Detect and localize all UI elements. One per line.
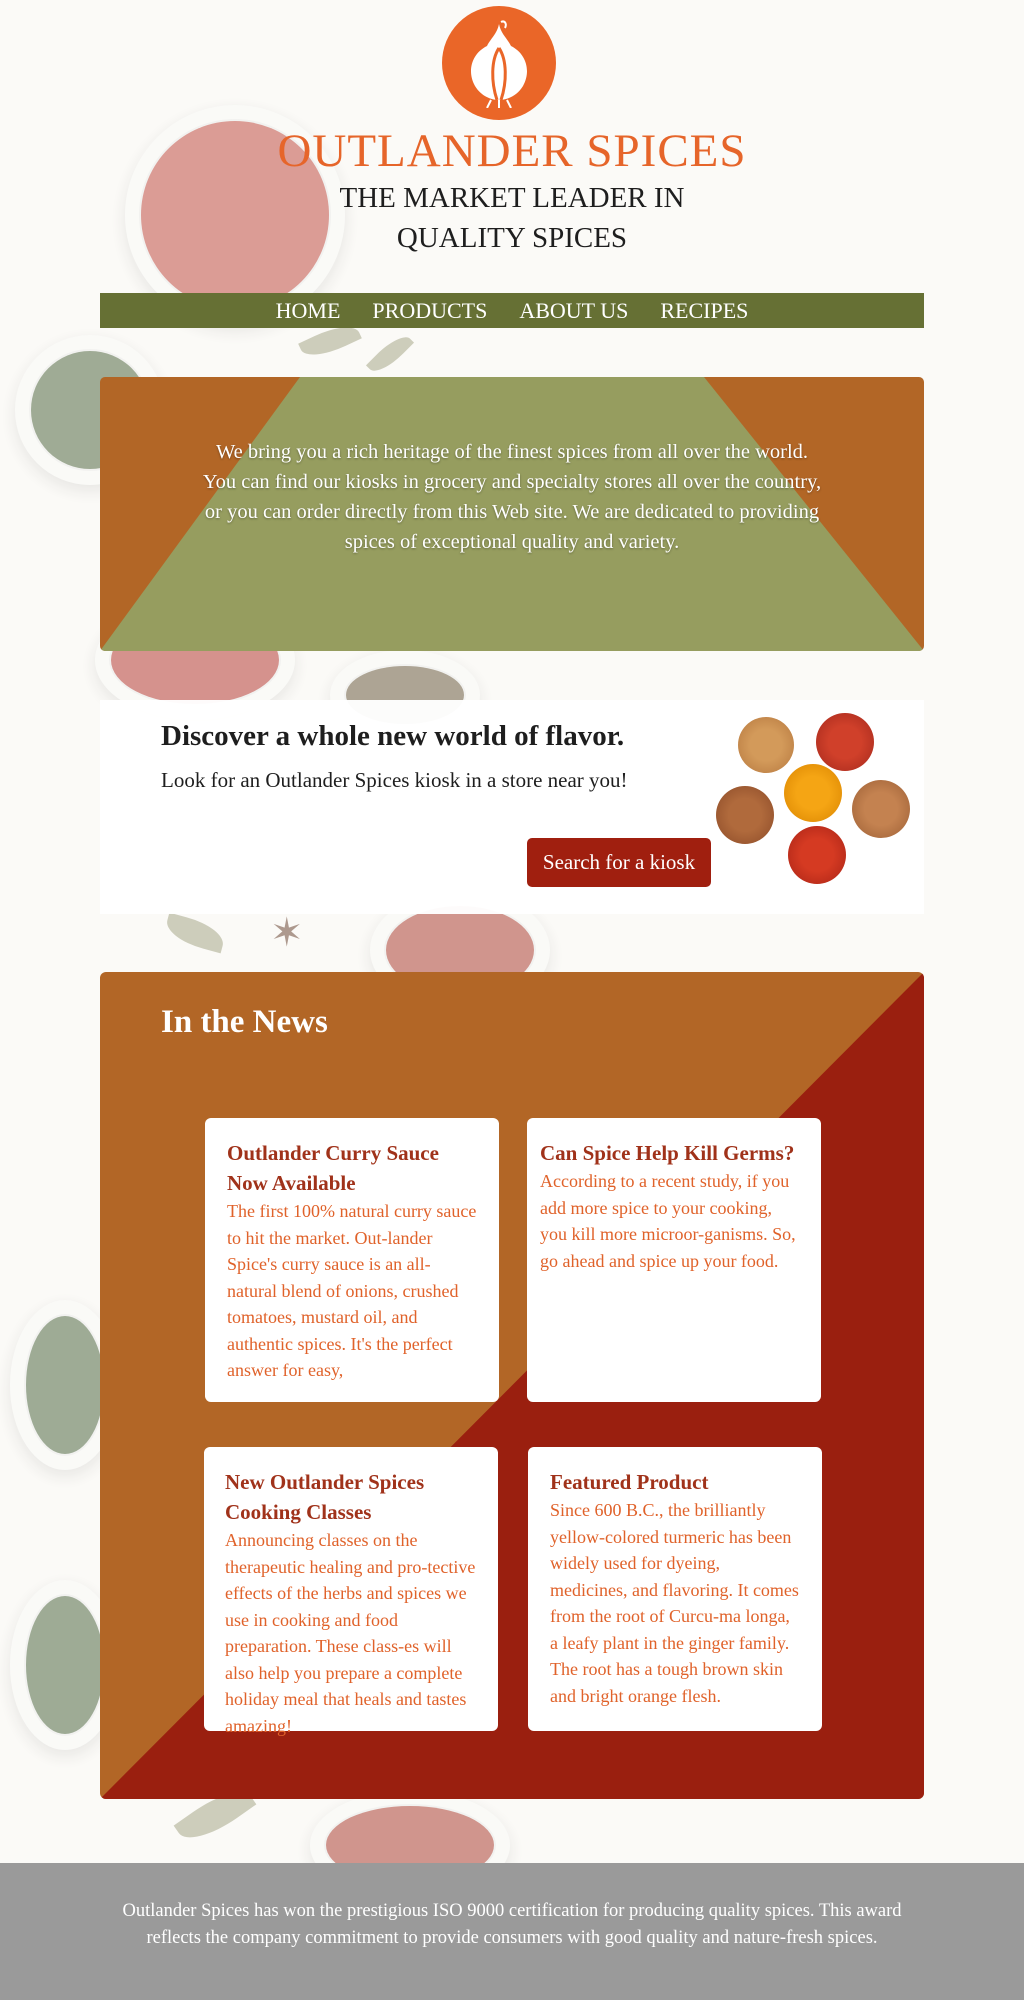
news-card[interactable]: Can Spice Help Kill Germs? According to …	[527, 1118, 821, 1402]
main-nav: HOME PRODUCTS ABOUT US RECIPES	[100, 293, 924, 328]
news-card-title: Featured Product	[550, 1470, 709, 1494]
news-card[interactable]: Featured Product Since 600 B.C., the bri…	[528, 1447, 822, 1731]
news-card-title: Can Spice Help Kill Germs?	[540, 1141, 795, 1165]
news-card-title: Outlander Curry Sauce Now Available	[227, 1141, 439, 1195]
nav-item-recipes[interactable]: RECIPES	[660, 298, 748, 324]
site-header: OUTLANDER SPICES THE MARKET LEADER IN QU…	[0, 0, 1024, 290]
site-footer: Outlander Spices has won the prestigious…	[0, 1863, 1024, 2000]
brand-name: OUTLANDER SPICES	[277, 125, 747, 177]
nav-item-home[interactable]: HOME	[276, 298, 341, 324]
footer-text: Outlander Spices has won the prestigious…	[122, 1901, 902, 1948]
news-card-body: Since 600 B.C., the brilliantly yellow-c…	[550, 1500, 799, 1706]
news-card-body: According to a recent study, if you add …	[540, 1171, 796, 1271]
intro-banner: We bring you a rich heritage of the fine…	[100, 377, 924, 651]
news-section: In the News Outlander Curry Sauce Now Av…	[100, 972, 924, 1799]
logo[interactable]	[442, 6, 556, 120]
news-card-title: New Outlander Spices Cooking Classes	[225, 1470, 425, 1524]
nav-item-about-us[interactable]: ABOUT US	[519, 298, 628, 324]
news-card[interactable]: New Outlander Spices Cooking Classes Ann…	[204, 1447, 498, 1736]
spice-bowls-image	[710, 700, 924, 900]
search-kiosk-button[interactable]: Search for a kiosk	[527, 838, 711, 887]
star-anise-icon: ✶	[270, 910, 304, 956]
news-card-body: The first 100% natural curry sauce to hi…	[227, 1201, 477, 1380]
news-card-body: Announcing classes on the therapeutic he…	[225, 1530, 476, 1736]
tagline-line: THE MARKET LEADER IN	[339, 182, 685, 214]
tagline-line: QUALITY SPICES	[396, 222, 628, 254]
discover-section: Discover a whole new world of flavor. Lo…	[100, 700, 924, 914]
intro-text: We bring you a rich heritage of the fine…	[202, 441, 822, 553]
news-title: In the News	[161, 1004, 328, 1040]
news-card[interactable]: Outlander Curry Sauce Now Available The …	[205, 1118, 499, 1402]
tagline: THE MARKET LEADER IN QUALITY SPICES	[312, 178, 712, 258]
garlic-icon	[471, 20, 527, 108]
nav-item-products[interactable]: PRODUCTS	[372, 298, 487, 324]
discover-title: Discover a whole new world of flavor.	[161, 720, 625, 752]
discover-text: Look for an Outlander Spices kiosk in a …	[161, 768, 628, 792]
